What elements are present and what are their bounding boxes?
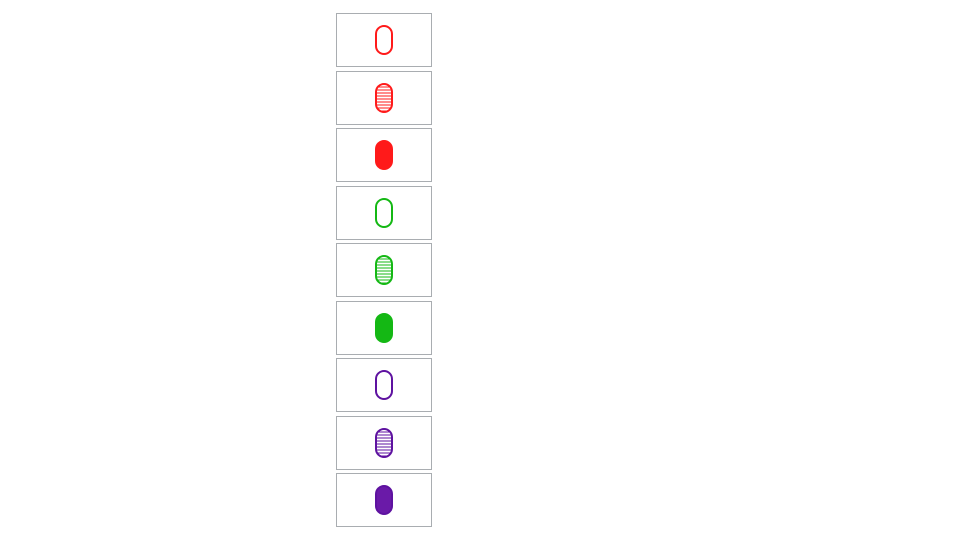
card-red-empty-oval[interactable] (336, 13, 432, 67)
oval-solid-icon (375, 485, 393, 515)
card-purple-solid-oval[interactable] (336, 473, 432, 527)
oval-striped-icon (375, 255, 393, 285)
card-green-empty-oval[interactable] (336, 185, 432, 240)
card-purple-empty-oval[interactable] (336, 358, 432, 412)
oval-striped-icon (375, 427, 393, 458)
card-red-solid-oval[interactable] (336, 128, 432, 182)
card-red-striped-oval[interactable] (336, 70, 432, 125)
card-purple-striped-oval[interactable] (336, 415, 432, 470)
oval-striped-icon (375, 82, 393, 113)
card-column (336, 13, 432, 531)
oval-empty-icon (375, 197, 393, 228)
oval-solid-icon (375, 140, 393, 170)
oval-empty-icon (375, 370, 393, 400)
oval-empty-icon (375, 25, 393, 55)
card-green-solid-oval[interactable] (336, 300, 432, 355)
oval-solid-icon (375, 312, 393, 343)
card-green-striped-oval[interactable] (336, 243, 432, 297)
